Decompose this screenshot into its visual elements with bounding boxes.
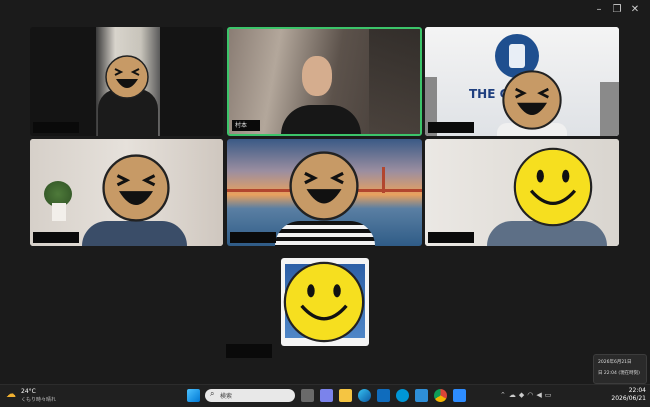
participant-head (302, 56, 332, 96)
task-view-icon[interactable] (301, 389, 314, 402)
bridge-tower (382, 167, 385, 193)
participant-nameplate (33, 122, 79, 133)
chevron-up-icon[interactable]: ⌃ (500, 391, 509, 399)
smiley-face-icon (513, 147, 593, 227)
participant-nameplate (428, 122, 474, 133)
video-tile-2[interactable]: 村本 (227, 27, 422, 136)
zoom-icon[interactable] (453, 389, 466, 402)
video-tile-5[interactable] (227, 139, 422, 246)
weather-icon: ☁ (6, 389, 16, 400)
start-icon[interactable] (187, 389, 200, 402)
clock-date: 2026/06/21 (611, 395, 646, 402)
participant-nameplate (230, 232, 276, 243)
weather-temp: 24°C (21, 388, 36, 395)
outlook-icon[interactable] (377, 389, 390, 402)
hp-icon[interactable] (396, 389, 409, 402)
taskbar: ☁ 24°C くもり時々晴れ ⌕ 検索 ⌃☁◆◠◀▭ 22:04 2026/06… (0, 384, 650, 407)
edge-icon[interactable] (358, 389, 371, 402)
laughing-face-icon (102, 154, 170, 222)
railing (600, 82, 619, 136)
dropbox-icon[interactable]: ◆ (519, 391, 527, 399)
participant-body (275, 221, 375, 246)
participant-nameplate (428, 232, 474, 243)
clock-time: 22:04 (628, 387, 646, 394)
search-icon: ⌕ (210, 389, 215, 398)
video-tile-6[interactable] (425, 139, 619, 246)
system-clock[interactable]: 22:04 2026/06/21 (608, 387, 646, 405)
participant-body (82, 221, 187, 246)
datetime-popup: 2026年6月21日 日 22:04 (現在時刻) (593, 354, 647, 384)
laughing-face-icon (289, 151, 359, 221)
participant-nameplate: 村本 (232, 120, 260, 131)
laughing-face-icon (502, 70, 562, 130)
participant-nameplate (33, 232, 79, 243)
restore-button[interactable]: ❐ (608, 3, 626, 17)
chrome-icon[interactable] (434, 389, 447, 402)
popup-time: 日 22:04 (現在時刻) (598, 371, 640, 376)
battery-icon[interactable]: ▭ (545, 391, 555, 399)
search-box[interactable]: ⌕ 検索 (205, 389, 295, 402)
plant-pot (52, 203, 66, 221)
video-tile-3[interactable]: THE GUND (425, 27, 619, 136)
laughing-face-icon (105, 55, 149, 99)
video-tile-1[interactable] (30, 27, 223, 136)
weather-desc: くもり時々晴れ (21, 397, 57, 403)
video-tile-7[interactable] (281, 258, 369, 346)
speaker-icon[interactable]: ◀ (536, 391, 544, 399)
weather-widget[interactable]: ☁ 24°C くもり時々晴れ (4, 387, 64, 405)
video-tile-4[interactable] (30, 139, 223, 246)
close-button[interactable]: ✕ (626, 3, 644, 17)
security-icon[interactable] (415, 389, 428, 402)
tray-icons[interactable]: ⌃☁◆◠◀▭ (500, 391, 600, 401)
minimize-button[interactable]: – (590, 3, 608, 17)
search-placeholder: 検索 (220, 393, 233, 400)
wifi-icon[interactable]: ◠ (527, 391, 536, 399)
smiley-face-icon (283, 261, 365, 343)
cloud-icon[interactable]: ☁ (509, 391, 519, 399)
popup-date: 2026年6月21日 (598, 360, 632, 365)
teams-icon[interactable] (320, 389, 333, 402)
participant-nameplate (226, 344, 272, 358)
folder-icon[interactable] (339, 389, 352, 402)
window-controls: – ❐ ✕ (590, 3, 644, 17)
